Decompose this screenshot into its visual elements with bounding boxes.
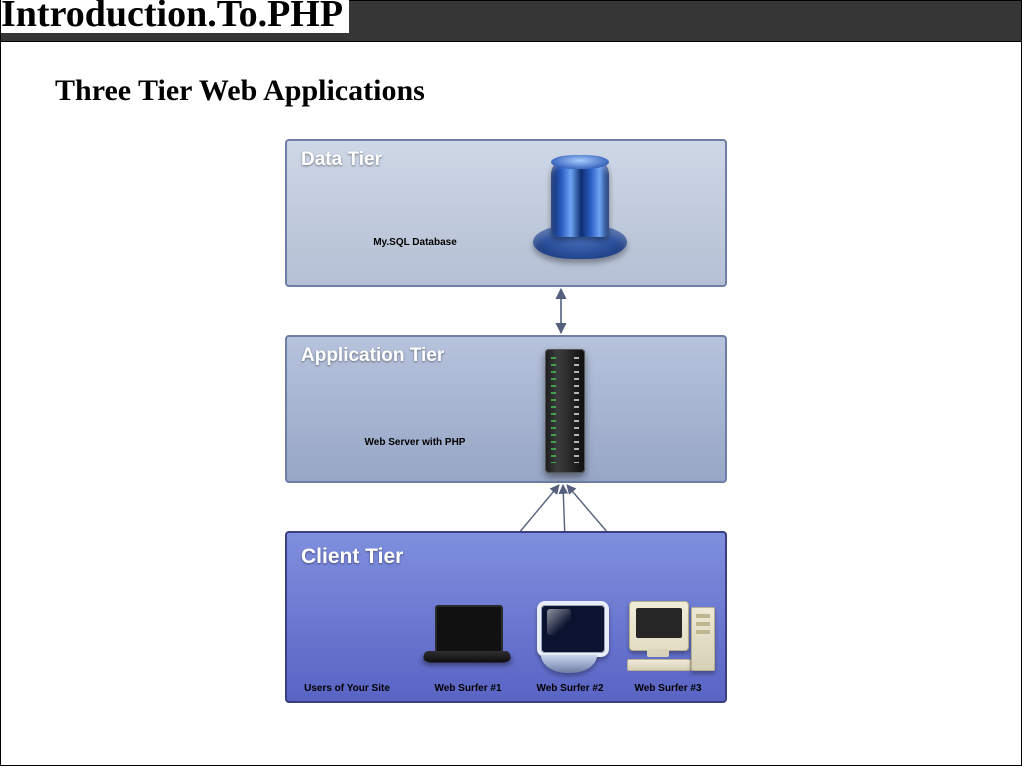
client2-caption: Web Surfer #2 — [525, 683, 615, 694]
users-caption: Users of Your Site — [297, 683, 397, 694]
data-tier-title: Data Tier — [301, 149, 382, 171]
slide-title: Introduction.To.PHP — [1, 0, 349, 33]
database-caption: My.SQL Database — [365, 237, 465, 248]
imac-icon — [531, 601, 607, 677]
client-tier-title: Client Tier — [301, 545, 403, 569]
data-tier-box: Data Tier My.SQL Database — [285, 139, 727, 287]
database-icon — [533, 155, 627, 267]
webserver-caption: Web Server with PHP — [345, 437, 485, 448]
slide: Introduction.To.PHP Three Tier Web Appli… — [0, 0, 1022, 766]
title-bar: Introduction.To.PHP — [1, 1, 1021, 42]
application-tier-title: Application Tier — [301, 345, 444, 367]
slide-subtitle: Three Tier Web Applications — [55, 74, 1021, 108]
client-tier-box: Client Tier Users of Your Site Web Surfe… — [285, 531, 727, 703]
client1-caption: Web Surfer #1 — [423, 683, 513, 694]
laptop-icon — [425, 605, 509, 675]
desktop-pc-icon — [629, 601, 715, 679]
three-tier-diagram: Data Tier My.SQL Database Application Ti… — [283, 139, 731, 717]
application-tier-box: Application Tier Web Server with PHP — [285, 335, 727, 483]
client3-caption: Web Surfer #3 — [623, 683, 713, 694]
server-rack-icon — [545, 349, 585, 473]
